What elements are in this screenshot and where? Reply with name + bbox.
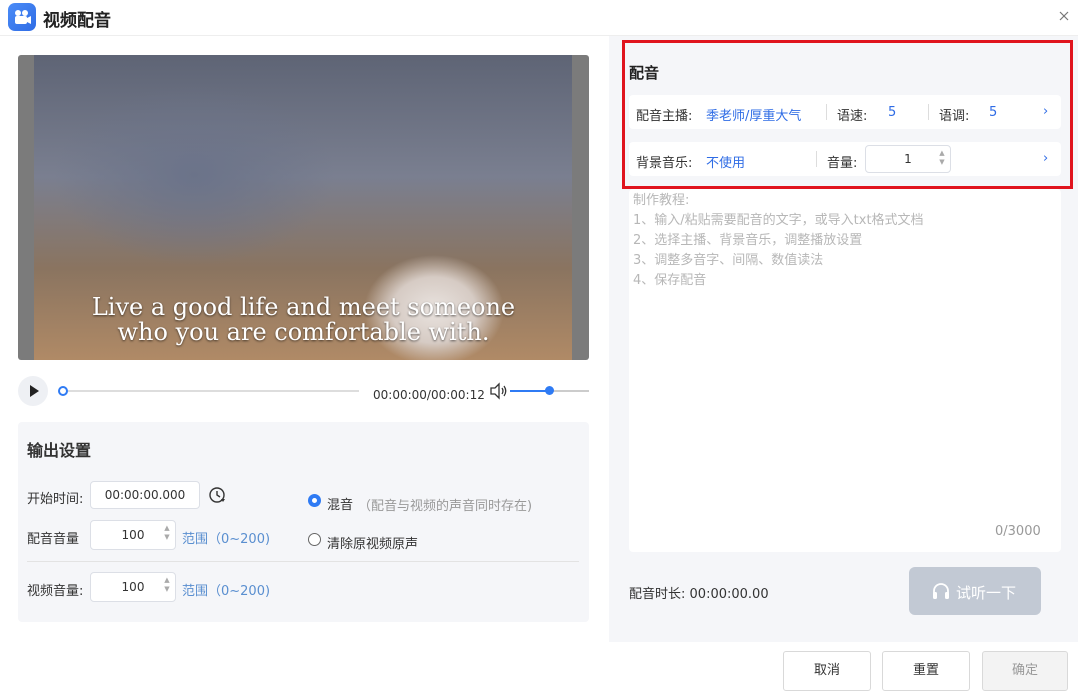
headphones-icon [933,583,949,599]
cancel-button[interactable]: 取消 [783,651,871,691]
window-title: 视频配音 [43,11,111,31]
dub-volume-range-hint: 范围（0~200) [182,532,271,547]
close-icon[interactable] [1055,7,1073,25]
caption-line-1: Live a good life and meet someone [91,293,516,321]
progress-track[interactable] [63,390,359,392]
tutorial-line: 1、输入/粘贴需要配音的文字，或导入txt格式文档 [633,213,924,228]
clear-original-label[interactable]: 清除原视频原声 [327,533,418,552]
reset-button[interactable]: 重置 [882,651,970,691]
dub-volume-stepper[interactable]: ▲ ▼ [163,524,171,542]
video-caption: Live a good life and meet someone who yo… [18,295,589,345]
volume-icon[interactable] [489,382,509,404]
dub-duration-value: 00:00:00.00 [689,587,769,602]
dub-duration-label: 配音时长: [629,587,686,602]
video-volume-range-hint: 范围（0~200) [182,584,271,599]
video-volume-value: 100 [121,580,145,594]
mix-label[interactable]: 混音 [327,494,353,513]
preview-listen-button[interactable]: 试听一下 [909,567,1041,615]
highlight-box [622,40,1073,189]
tutorial-line: 3、调整多音字、间隔、数值读法 [633,253,824,268]
preview-listen-label: 试听一下 [956,584,1017,602]
confirm-button[interactable]: 确定 [982,651,1068,691]
video-preview[interactable]: Live a good life and meet someone who yo… [18,55,589,360]
progress-handle[interactable] [58,386,68,396]
start-time-label: 开始时间: [27,492,84,507]
dub-volume-value: 100 [121,528,145,542]
start-time-input[interactable]: 00:00:00.000 [90,481,200,509]
video-volume-label: 视频音量: [27,584,84,599]
volume-handle[interactable] [545,386,554,395]
output-divider [27,561,579,562]
video-volume-stepper[interactable]: ▲ ▼ [163,576,171,594]
tutorial-line: 4、保存配音 [633,273,707,288]
playback-time: 00:00:00/00:00:12 [373,388,485,402]
volume-fill [510,390,550,392]
tutorial-line: 2、选择主播、背景音乐，调整播放设置 [633,233,863,248]
clear-original-radio[interactable] [308,533,321,546]
video-volume-input[interactable]: 100 ▲ ▼ [90,572,176,602]
clock-reset-icon[interactable] [208,486,226,508]
play-icon [30,385,39,397]
title-bar: 视频配音 [0,0,1078,35]
dub-volume-label: 配音音量 [27,532,80,547]
video-dub-app-icon [8,3,36,31]
tutorial-placeholder: 制作教程: 1、输入/粘贴需要配音的文字，或导入txt格式文档 2、选择主播、背… [633,191,924,291]
output-settings-title: 输出设置 [27,441,92,460]
tutorial-line: 制作教程: [633,193,690,208]
dub-duration: 配音时长: 00:00:00.00 [629,583,769,602]
character-counter: 0/3000 [995,524,1041,539]
dub-volume-input[interactable]: 100 ▲ ▼ [90,520,176,550]
caption-line-2: who you are comfortable with. [117,318,490,346]
mix-radio[interactable] [308,494,321,507]
mix-hint: （配音与视频的声音同时存在) [358,499,533,514]
play-button[interactable] [18,376,48,406]
